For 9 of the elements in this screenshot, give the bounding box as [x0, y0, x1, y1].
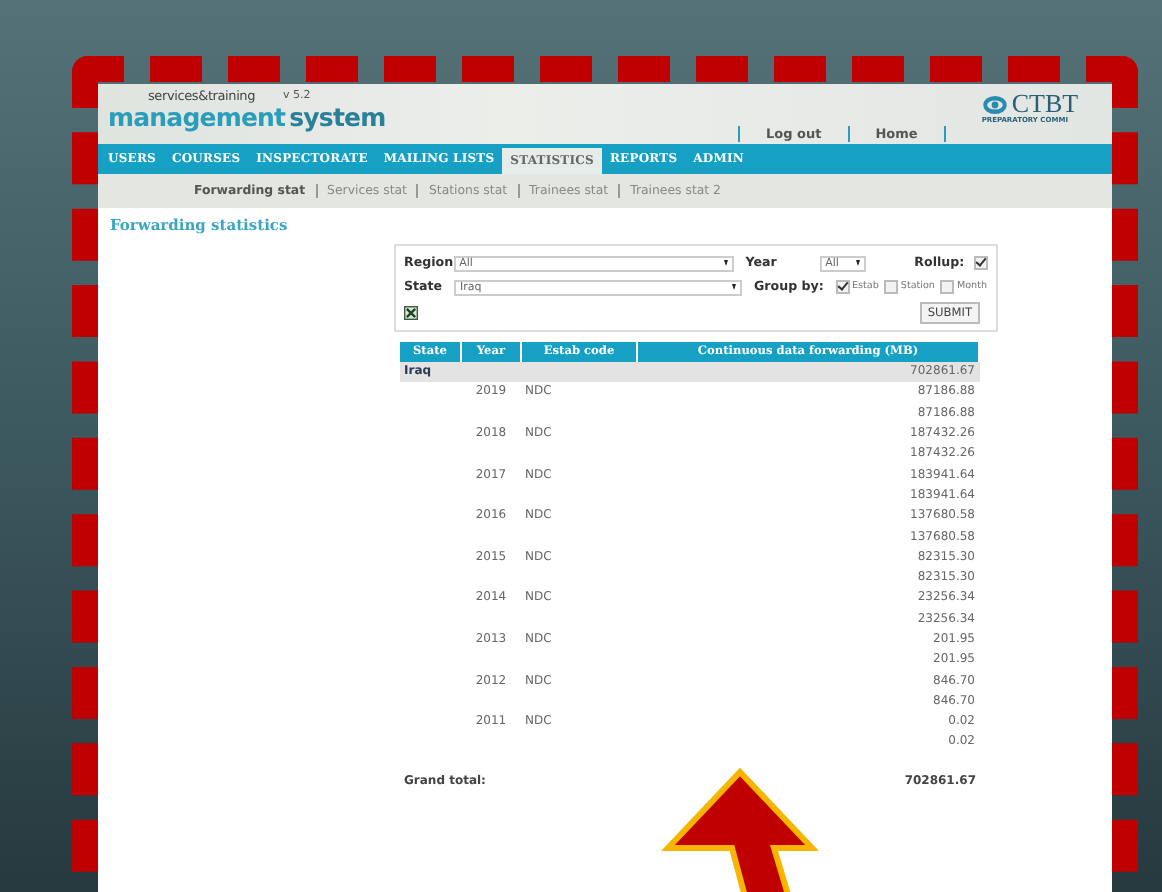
rollup-checkbox[interactable] — [974, 256, 988, 270]
eye-logo-icon — [981, 93, 1008, 115]
logo-text: management — [108, 104, 286, 130]
spreadsheet-export-icon[interactable] — [404, 306, 418, 320]
org-logo-text: CTBT — [1011, 92, 1079, 116]
group-checkbox[interactable] — [884, 280, 899, 294]
group-checkbox[interactable] — [836, 280, 850, 294]
logo-text: system — [289, 104, 386, 130]
group-checkbox[interactable] — [940, 280, 955, 294]
